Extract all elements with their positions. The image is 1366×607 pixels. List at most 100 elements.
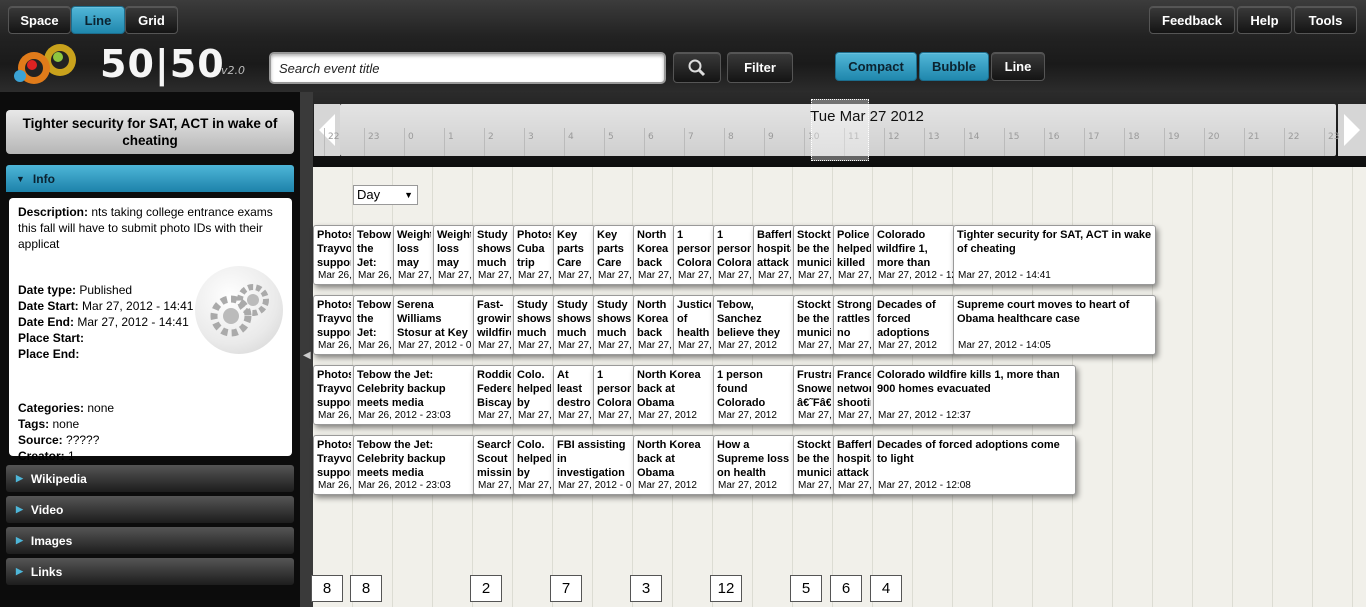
tick-label: 15 (1008, 132, 1020, 142)
event-card[interactable]: Photos Cuba trip ChurchMar 27, 2012 (513, 225, 555, 285)
hour-count-badge[interactable]: 8 (311, 575, 343, 602)
event-card[interactable]: Fast-growing wildfire evacuationMar 27, … (473, 295, 515, 355)
tick-line (804, 128, 805, 156)
event-card[interactable]: Photos: Trayvon supportersMar 26, 2012 (313, 365, 355, 425)
event-card[interactable]: Photos: Trayvon supportersMar 26, 2012 (313, 295, 355, 355)
event-card[interactable]: Strong rattles no riskMar 27, 2012 (833, 295, 875, 355)
panel-splitter[interactable]: ◀ (300, 92, 313, 607)
hour-count-badge[interactable]: 3 (630, 575, 662, 602)
section-wikipedia[interactable]: ▶ Wikipedia (6, 465, 294, 492)
event-card[interactable]: Frustrated Snowe â€˜Fâ€™Mar 27, 2012 (793, 365, 835, 425)
section-info[interactable]: ▼ Info (6, 165, 294, 192)
event-card[interactable]: Colo. helped by fast wildfireMar 27, 201… (513, 365, 555, 425)
arrow-right-icon (1344, 114, 1360, 146)
search-input[interactable] (269, 52, 666, 84)
section-images[interactable]: ▶ Images (6, 527, 294, 554)
filter-button[interactable]: Filter (727, 52, 793, 83)
event-card[interactable]: How a Supreme loss on health could help … (713, 435, 795, 495)
event-card[interactable]: Study shows much sleep youMar 27, 2012 (593, 295, 635, 355)
event-card[interactable]: Tebow the Jet: Celebrity backup meets me… (353, 225, 395, 285)
event-card[interactable]: Decades of forced adoptions come to ligh… (873, 435, 1076, 495)
event-card[interactable]: Photos: Trayvon supportersMar 26, 2012 (313, 435, 355, 495)
event-card[interactable]: Tebow the Jet: Celebrity backup meets me… (353, 365, 475, 425)
event-date: Mar 27, 2012 - 12:08 (878, 480, 971, 491)
hour-count-badge[interactable]: 8 (350, 575, 382, 602)
event-card[interactable]: North Korea back at Obama criticism of r… (633, 435, 715, 495)
tools-button[interactable]: Tools (1294, 6, 1357, 34)
event-card[interactable]: Roddick Federer BiscayneMar 27, 2012 (473, 365, 515, 425)
event-card[interactable]: Colorado wildfire kills 1, more than 900… (873, 365, 1076, 425)
hour-count-badge[interactable]: 6 (830, 575, 862, 602)
triangle-right-icon: ▶ (16, 535, 23, 545)
event-card[interactable]: Tebow, Sanchez believe they can coexist … (713, 295, 795, 355)
event-card[interactable]: Serena Williams Stosur at Key Mar 27, 201… (393, 295, 475, 355)
event-card[interactable]: Baffert hospital attackMar 27, 2012 (833, 435, 875, 495)
triangle-right-icon: ▶ (16, 504, 23, 514)
section-links[interactable]: ▶ Links (6, 558, 294, 585)
event-card[interactable]: Stockton be the municipalMar 27, 2012 (793, 225, 835, 285)
event-card[interactable]: Study shows much sleep youMar 27, 2012 (553, 295, 595, 355)
tick-label: 7 (688, 132, 694, 142)
hour-count-badge[interactable]: 12 (710, 575, 742, 602)
event-card[interactable]: North Korea back at Obama criticism of r… (633, 365, 715, 425)
event-card[interactable]: FBI assisting in investigation of womanM… (553, 435, 635, 495)
feedback-button[interactable]: Feedback (1149, 6, 1235, 34)
event-card[interactable]: Colo. helped by fast wildfireMar 27, 201… (513, 435, 555, 495)
event-card[interactable]: Search Scout missingMar 27, 2012 (473, 435, 515, 495)
event-card[interactable]: At least destroyed wildfireMar 27, 2012 (553, 365, 595, 425)
view-line-button[interactable]: Line (991, 52, 1045, 81)
section-video[interactable]: ▶ Video (6, 496, 294, 523)
event-card[interactable]: North Korea back at Obama criticismMar 2… (633, 225, 675, 285)
event-card[interactable]: Study shows much sleep youMar 27, 2012 (473, 225, 515, 285)
event-card[interactable]: Study shows much sleep youMar 27, 2012 (513, 295, 555, 355)
event-card[interactable]: Justices of healthMar 27, 2012 (673, 295, 715, 355)
event-card[interactable]: Key parts Care Act expansionMar 27, 2012 (593, 225, 635, 285)
event-card[interactable]: 1 person ColoradoMar 27, 2012 (713, 225, 755, 285)
hour-count-badge[interactable]: 4 (870, 575, 902, 602)
tick-line (724, 128, 725, 156)
event-card[interactable]: Tebow the Jet: Celebrity meets mediaMar … (353, 295, 395, 355)
triangle-right-icon: ▶ (16, 473, 23, 483)
event-card[interactable]: Key parts Care Act expansionMar 27, 2012 (553, 225, 595, 285)
event-card[interactable]: Tebow the Jet: Celebrity backup meets me… (353, 435, 475, 495)
event-card[interactable]: North Korea back at Obama criticismMar 2… (633, 295, 675, 355)
event-date: Mar 27, 2012 (638, 340, 674, 351)
event-title: At least destroyed wildfire (557, 369, 591, 409)
event-card[interactable]: 1 person ColoradoMar 27, 2012 (673, 225, 715, 285)
hour-count-badge[interactable]: 7 (550, 575, 582, 602)
event-title: Tebow the Jet: Celebrity meets media (357, 299, 391, 339)
search-button[interactable] (673, 52, 721, 83)
tick-line (884, 128, 885, 156)
event-card[interactable]: Police helped killed himMar 27, 2012 (833, 225, 875, 285)
event-card[interactable]: Tighter security for SAT, ACT in wake of… (953, 225, 1156, 285)
event-card[interactable]: Decades of forced adoptions comeMar 27, … (873, 295, 955, 355)
event-card[interactable]: Supreme court moves to heart of Obama he… (953, 295, 1156, 355)
zoom-select[interactable]: Day ▼ (353, 185, 418, 205)
view-compact-button[interactable]: Compact (835, 52, 917, 81)
tab-grid[interactable]: Grid (125, 6, 178, 34)
event-card[interactable]: Weight loss may be best treatmentMar 27,… (393, 225, 435, 285)
tab-line[interactable]: Line (71, 6, 125, 34)
help-button[interactable]: Help (1237, 6, 1292, 34)
event-date: Mar 27, 2012 (838, 410, 874, 421)
event-card[interactable]: 1 person found Colorado wildfireMar 27, … (713, 365, 795, 425)
hour-count-badge[interactable]: 2 (470, 575, 502, 602)
event-card[interactable]: France network shootingMar 27, 2012 (833, 365, 875, 425)
magnifier-icon (688, 59, 706, 76)
event-title: Tebow the Jet: Celebrity backup meets me… (357, 439, 446, 479)
tab-space[interactable]: Space (8, 6, 71, 34)
event-card[interactable]: Stockton be the municipalMar 27, 2012 (793, 435, 835, 495)
event-card[interactable]: Photos: Trayvon supportersMar 26, 2012 (313, 225, 355, 285)
timeline-prev-button[interactable] (314, 104, 340, 156)
event-card[interactable]: Baffert hospital attackMar 27, 2012 (753, 225, 795, 285)
tick-line (684, 128, 685, 156)
event-title: Photos: Trayvon supporters (317, 229, 351, 269)
timeline-next-button[interactable] (1338, 104, 1366, 156)
event-date: Mar 27, 2012 (638, 480, 697, 491)
event-card[interactable]: Stockton be the municipalMar 27, 2012 (793, 295, 835, 355)
hour-count-badge[interactable]: 5 (790, 575, 822, 602)
event-card[interactable]: Weight loss may be best treatmentMar 27,… (433, 225, 475, 285)
event-card[interactable]: Colorado wildfire 1, more than 900 homes… (873, 225, 955, 285)
event-card[interactable]: 1 person ColoradoMar 27, 2012 (593, 365, 635, 425)
view-bubble-button[interactable]: Bubble (919, 52, 989, 81)
